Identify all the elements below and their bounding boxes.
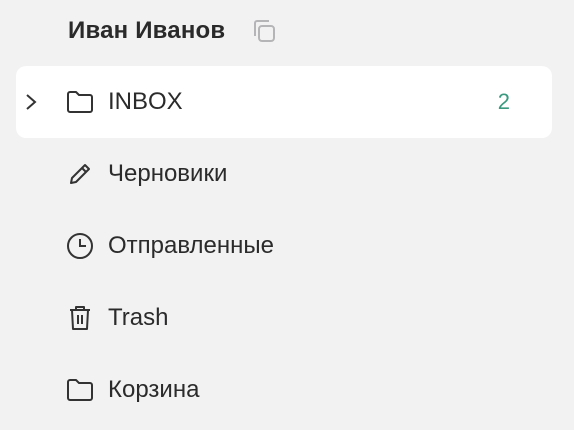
folder-item-trash[interactable]: Trash [0, 282, 574, 354]
unread-count-badge: 2 [497, 89, 510, 114]
chevron-right-icon[interactable] [24, 92, 40, 112]
folder-list: INBOX 2 Черновики Отправленные Trash Кор… [0, 66, 574, 426]
folder-item-korzina[interactable]: Корзина [0, 354, 574, 426]
trash-icon [66, 304, 94, 332]
folder-icon [66, 88, 94, 116]
account-name: Иван Иванов [68, 17, 226, 44]
folder-item-inbox[interactable]: INBOX 2 [16, 66, 552, 138]
pencil-icon [66, 160, 94, 188]
folder-label: Черновики [108, 160, 228, 187]
copy-icon[interactable] [249, 16, 279, 46]
folder-icon [66, 376, 94, 404]
folder-label: Trash [108, 304, 169, 331]
folder-item-sent[interactable]: Отправленные [0, 210, 574, 282]
clock-icon [66, 232, 94, 260]
folder-label: INBOX [108, 88, 183, 115]
folder-label: Отправленные [108, 232, 275, 259]
folder-label: Корзина [108, 376, 200, 403]
folder-item-drafts[interactable]: Черновики [0, 138, 574, 210]
account-header: Иван Иванов [68, 14, 279, 48]
